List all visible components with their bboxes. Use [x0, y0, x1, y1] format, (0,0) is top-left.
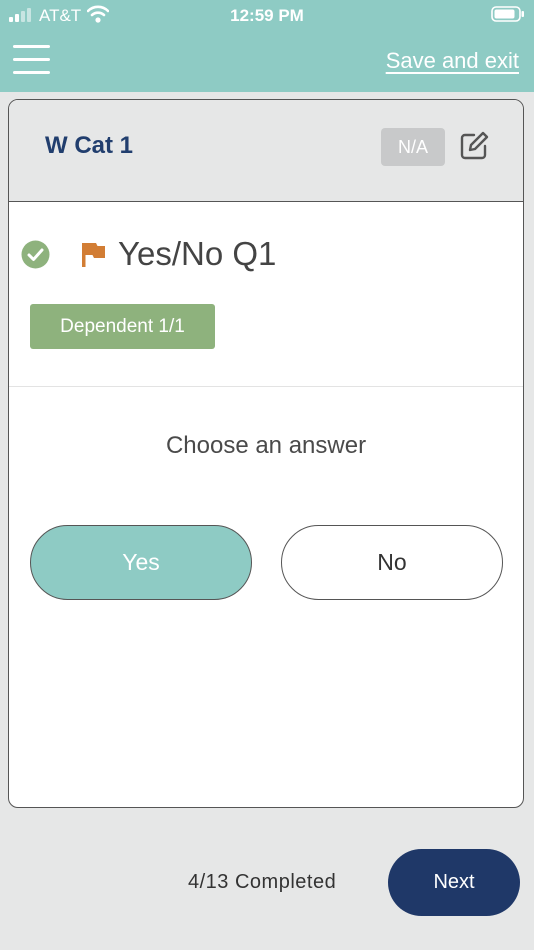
answer-prompt: Choose an answer — [165, 432, 367, 459]
edit-icon[interactable] — [458, 130, 490, 162]
na-button[interactable]: N/A — [381, 128, 445, 166]
save-and-exit-link[interactable]: Save and exit — [386, 48, 519, 74]
hamburger-menu-icon[interactable] — [13, 45, 51, 75]
category-header: W Cat 1 N/A — [9, 100, 523, 202]
app-header: AT&T 12:59 PM Save and exit — [0, 0, 534, 92]
question-title: Yes/No Q1 — [118, 235, 277, 272]
question-card: W Cat 1 N/A Yes/No Q1 Dependent 1/1 Choo… — [8, 99, 524, 808]
progress-text: 4/13 Completed — [188, 871, 337, 893]
status-time: 12:59 PM — [230, 6, 304, 25]
flag-icon — [82, 243, 105, 267]
status-bar: AT&T 12:59 PM — [0, 0, 534, 32]
check-circle-icon — [21, 240, 50, 269]
yes-answer-button[interactable]: Yes — [30, 525, 252, 600]
dependent-badge: Dependent 1/1 — [30, 304, 215, 349]
no-answer-button[interactable]: No — [281, 525, 503, 600]
category-title: W Cat 1 — [45, 132, 134, 159]
next-button[interactable]: Next — [388, 849, 520, 916]
divider — [9, 386, 523, 387]
battery-icon — [491, 6, 524, 22]
